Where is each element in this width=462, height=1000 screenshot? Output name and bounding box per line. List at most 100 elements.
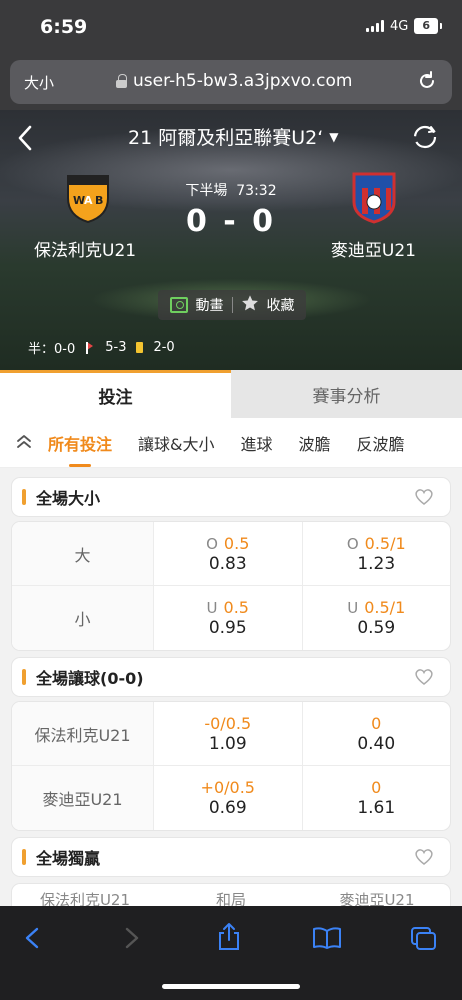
bet-category-tabs: 所有投注 讓球&大小 進球 波膽 反波膽 — [0, 418, 462, 468]
odds-cell[interactable]: O 0.5/1 1.23 — [303, 522, 451, 585]
forward-nav-icon[interactable] — [122, 926, 142, 954]
row-label: 小 — [12, 586, 154, 650]
match-score: 0 - 0 — [185, 204, 277, 239]
tabs-icon[interactable] — [410, 926, 438, 956]
section-accent-bar — [22, 489, 26, 505]
half-time-score: 半：0-0 — [28, 342, 76, 357]
row-label: 大 — [12, 522, 154, 585]
odds-price: 1.09 — [208, 733, 247, 754]
odds-line: 0.5/1 — [364, 533, 406, 553]
odds-cell[interactable]: O 0.5 0.83 — [154, 522, 303, 585]
league-selector[interactable]: 21 阿爾及利亞聯賽U2‘ ▼ — [128, 123, 339, 150]
favorite-button[interactable]: 收藏 — [267, 295, 295, 315]
corner-flag-icon — [85, 341, 95, 354]
refresh-icon[interactable] — [412, 124, 438, 154]
status-time: 6:59 — [40, 16, 88, 38]
reload-icon[interactable] — [416, 70, 438, 96]
tab-anti-correct-score[interactable]: 反波膽 — [357, 431, 405, 455]
main-tabs: 投注 賽事分析 — [0, 370, 462, 418]
address-bar[interactable]: 大小 user-h5-bw3.a3jpxvo.com — [10, 60, 452, 104]
section-title: 全場讓球(0-0) — [36, 669, 144, 688]
odds-price: 1.61 — [357, 798, 396, 818]
cards-count: 2-0 — [153, 340, 175, 355]
status-indicators: 4G 6 — [365, 18, 442, 34]
network-label: 4G — [389, 18, 409, 34]
tab-goals[interactable]: 進球 — [241, 431, 273, 455]
browser-toolbar: 大小 user-h5-bw3.a3jpxvo.com — [0, 54, 462, 110]
text-size-button[interactable]: 大小 — [24, 72, 54, 93]
odds-cell[interactable]: 0 0.40 — [303, 702, 451, 765]
caret-down-icon: ▼ — [329, 129, 339, 144]
match-clock: 下半場 73:32 — [0, 180, 462, 200]
away-team-name: 麥迪亞U21 — [330, 241, 416, 261]
tab-correct-score[interactable]: 波膽 — [299, 431, 331, 455]
back-nav-icon[interactable] — [22, 926, 42, 954]
odds-prefix: U — [206, 599, 218, 617]
odds-line: 0.5 — [223, 533, 250, 553]
odds-price: 0.40 — [357, 733, 396, 754]
section-accent-bar — [22, 849, 26, 865]
odds-cell[interactable]: U 0.5 0.95 — [154, 586, 303, 650]
battery-icon: 6 — [414, 18, 442, 34]
odds-line: 0 — [371, 778, 382, 797]
odds-line: 0 — [371, 713, 382, 733]
tab-handicap-ou[interactable]: 讓球&大小 — [138, 431, 214, 455]
animation-button[interactable]: 動畫 — [196, 295, 224, 315]
odds-line: +0/0.5 — [200, 778, 255, 797]
section-title: 全場大小 — [36, 489, 101, 508]
heart-icon[interactable] — [414, 488, 434, 506]
handicap-table: 保法利克U21 -0/0.5 1.09 0 0.40 麥迪亞U21 +0/0.5… — [12, 702, 450, 830]
match-period: 下半場 — [185, 183, 228, 199]
odds-line: 0.5 — [223, 598, 249, 617]
tab-all-bets[interactable]: 所有投注 — [48, 431, 112, 467]
odds-cell[interactable]: +0/0.5 0.69 — [154, 766, 303, 830]
home-indicator — [162, 984, 300, 989]
section-accent-bar — [22, 669, 26, 685]
odds-price: 1.23 — [357, 553, 396, 574]
back-icon[interactable] — [16, 124, 34, 159]
lock-icon — [116, 74, 127, 88]
row-label: 麥迪亞U21 — [12, 766, 154, 830]
match-scoreboard: 21 阿爾及利亞聯賽U2‘ ▼ W A B 下半場 73:32 0 - 0 保法… — [0, 110, 462, 370]
share-icon[interactable] — [216, 922, 242, 956]
tab-analysis[interactable]: 賽事分析 — [231, 370, 462, 418]
section-handicap-header[interactable]: 全場讓球(0-0) — [12, 658, 450, 696]
match-actions: 動畫 收藏 — [158, 290, 306, 320]
table-row: 大 O 0.5 0.83 O 0.5/1 1.23 — [12, 522, 450, 586]
odds-prefix: U — [347, 599, 359, 617]
odds-line: -0/0.5 — [204, 713, 252, 733]
section-match-winner-header[interactable]: 全場獨贏 — [12, 838, 450, 876]
tab-bets[interactable]: 投注 — [0, 370, 231, 418]
table-row: 小 U 0.5 0.95 U 0.5/1 0.59 — [12, 586, 450, 650]
row-label: 保法利克U21 — [12, 702, 154, 765]
odds-price: 0.95 — [208, 618, 247, 638]
animation-icon[interactable] — [169, 297, 188, 313]
signal-icon — [365, 20, 384, 32]
odds-cell[interactable]: U 0.5/1 0.59 — [303, 586, 451, 650]
league-title: 21 阿爾及利亞聯賽U2‘ — [128, 127, 324, 149]
table-row: 保法利克U21 -0/0.5 1.09 0 0.40 — [12, 702, 450, 766]
section-over-under-header[interactable]: 全場大小 — [12, 478, 450, 516]
status-bar: 6:59 4G 6 — [0, 0, 462, 54]
match-stats: 半：0-0 5-3 2-0 — [28, 338, 175, 357]
odds-prefix: O — [346, 534, 359, 553]
match-time: 73:32 — [236, 183, 277, 199]
url-display[interactable]: user-h5-bw3.a3jpxvo.com — [116, 71, 352, 91]
odds-price: 0.69 — [208, 798, 247, 818]
heart-icon[interactable] — [414, 668, 434, 686]
odds-line: 0.5/1 — [364, 598, 406, 617]
collapse-all-icon[interactable] — [0, 433, 48, 453]
section-title: 全場獨贏 — [36, 849, 101, 868]
odds-cell[interactable]: -0/0.5 1.09 — [154, 702, 303, 765]
over-under-table: 大 O 0.5 0.83 O 0.5/1 1.23 小 U 0.5 0.95 U 0.5… — [12, 522, 450, 650]
url-text: user-h5-bw3.a3jpxvo.com — [133, 71, 353, 91]
odds-price: 0.83 — [208, 553, 247, 574]
heart-icon[interactable] — [414, 848, 434, 866]
bookmarks-icon[interactable] — [312, 926, 342, 954]
home-team-name: 保法利克U21 — [34, 241, 137, 261]
star-icon[interactable] — [241, 294, 259, 316]
odds-price: 0.59 — [357, 618, 396, 638]
odds-prefix: O — [206, 534, 218, 553]
odds-cell[interactable]: 0 1.61 — [303, 766, 451, 830]
yellow-card-icon — [136, 342, 144, 353]
